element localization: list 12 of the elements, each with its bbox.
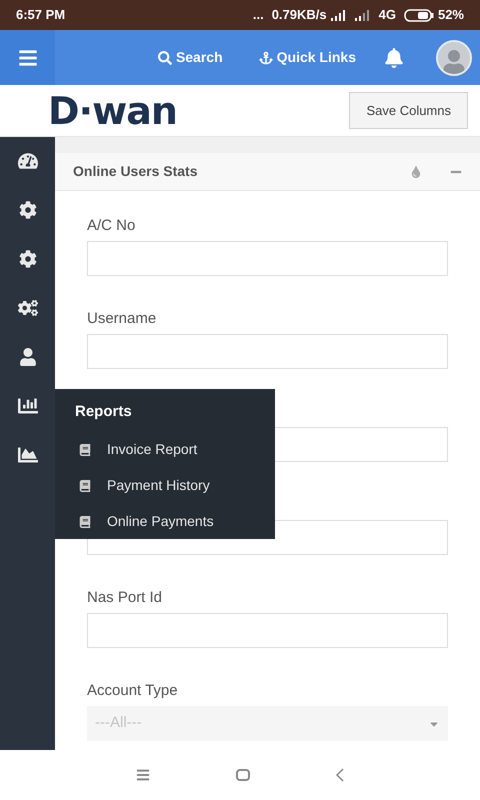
battery-level: 52% (438, 6, 464, 24)
network-speed: 0.79KB/s (272, 6, 327, 24)
flyout-title: Reports (75, 402, 133, 422)
panel-title: Online Users Stats (73, 162, 198, 181)
field-label: Account Type (87, 682, 178, 699)
network-type: 4G (378, 6, 396, 24)
status-time: 6:57 PM (16, 6, 66, 24)
field-label: Nas Port Id (87, 589, 162, 606)
status-dots: ... (252, 6, 264, 24)
field-label: Username (87, 310, 156, 327)
logo: D·wan (48, 92, 178, 130)
field-label: A/C No (87, 217, 136, 234)
